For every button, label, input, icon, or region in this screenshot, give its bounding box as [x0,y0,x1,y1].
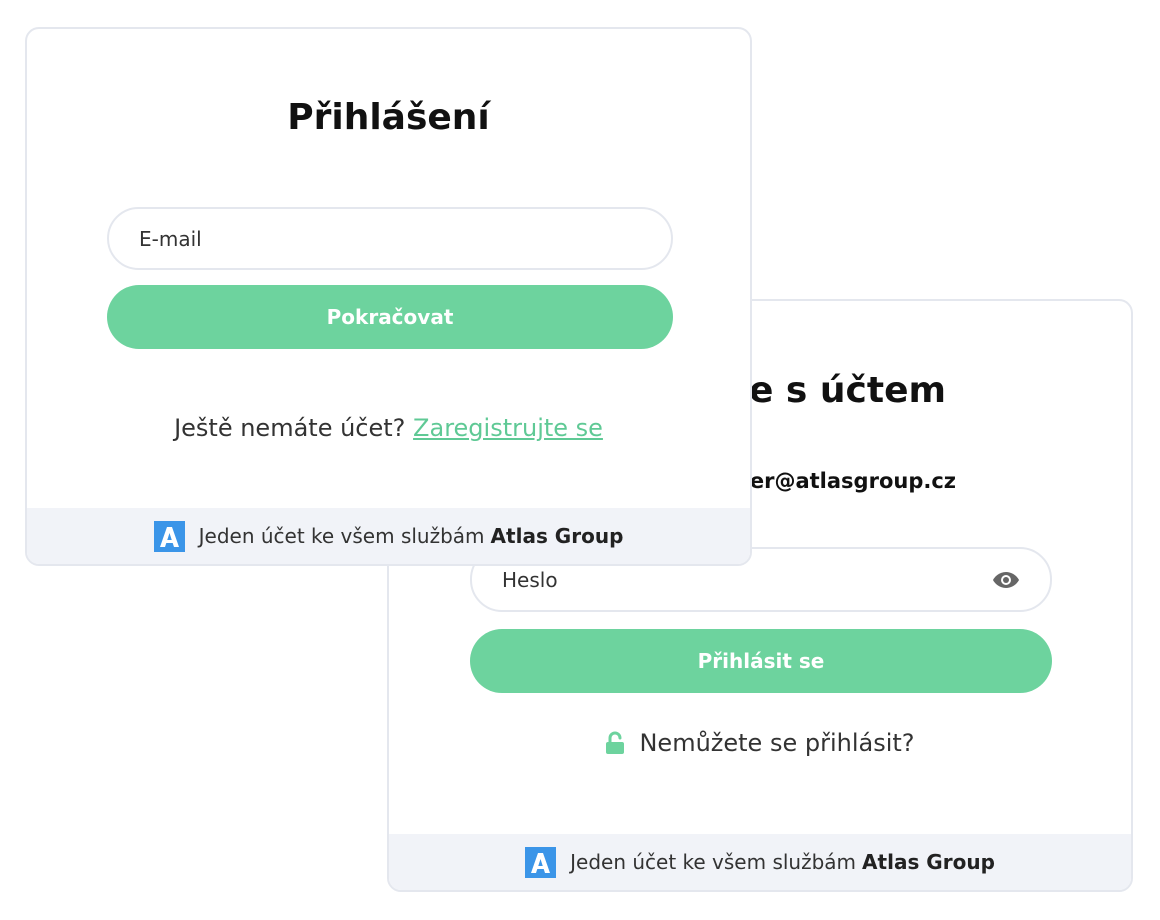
register-link[interactable]: Zaregistrujte se [413,414,603,442]
register-prompt: Ještě nemáte účet? [174,414,406,442]
register-row: Ještě nemáte účet? Zaregistrujte se [27,414,750,442]
login-card: Přihlášení E-mail Pokračovat Ještě nemát… [25,27,752,566]
atlas-logo-icon [525,846,557,878]
email-field[interactable]: E-mail [107,207,673,270]
forgot-login-label: Nemůžete se přihlásit? [639,729,915,757]
footer-text: Jeden účet ke všem službám [198,524,485,548]
atlas-logo-icon [153,520,185,552]
eye-icon[interactable] [992,570,1020,590]
email-placeholder: E-mail [139,226,202,251]
stage: te s účtem ger@atlasgroup.cz Heslo Přihl… [0,0,1160,920]
login-card-footer: Jeden účet ke všem službám Atlas Group [27,508,750,564]
footer-brand: Atlas Group [862,850,995,874]
password-card-footer: Jeden účet ke všem službám Atlas Group [389,834,1131,890]
footer-brand: Atlas Group [490,524,624,548]
login-card-title: Přihlášení [287,97,490,138]
continue-button[interactable]: Pokračovat [107,285,673,349]
password-placeholder: Heslo [502,567,558,592]
unlock-icon [606,731,625,754]
forgot-login-link[interactable]: Nemůžete se přihlásit? [389,729,1131,757]
footer-text: Jeden účet ke všem službám [570,850,857,874]
login-button[interactable]: Přihlásit se [470,629,1052,693]
